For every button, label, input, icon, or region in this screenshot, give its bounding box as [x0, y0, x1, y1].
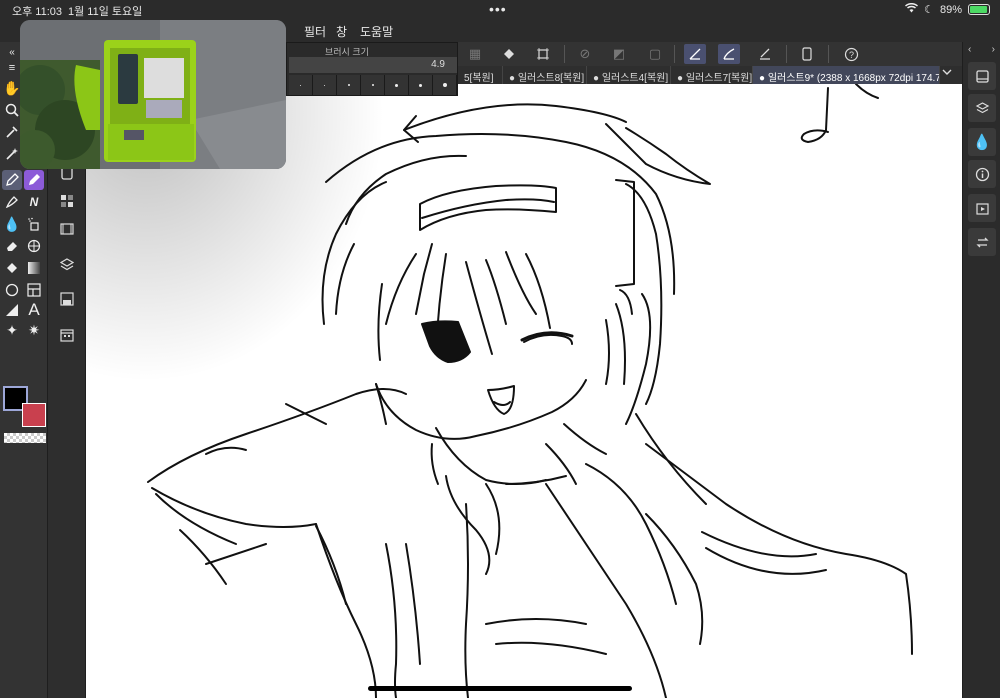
sub-color-swatch[interactable] [22, 403, 46, 427]
wifi-icon [905, 2, 919, 16]
status-bar: 오후 11:03 1월 11일 토요일 ••• ☾ 89% [0, 0, 1000, 20]
color-palette-icon[interactable]: 💧 [968, 128, 996, 156]
brush-preset[interactable] [313, 75, 337, 95]
brush-preset[interactable] [289, 75, 313, 95]
brush-preset[interactable] [409, 75, 433, 95]
status-date: 1월 11일 토요일 [68, 6, 143, 18]
collapse-right-icon[interactable]: ‹ [968, 44, 971, 55]
sync-icon[interactable] [968, 228, 996, 256]
help-icon[interactable]: ? [840, 44, 862, 64]
device-icon[interactable] [796, 44, 818, 64]
ruler-tool-icon[interactable] [2, 300, 22, 320]
brush-size-presets [289, 75, 457, 95]
brush-size-panel: 브러시 크기 4.9 [286, 42, 458, 96]
navigator-icon[interactable] [968, 62, 996, 90]
separator [786, 45, 787, 63]
menu-filter[interactable]: 필터 [304, 23, 326, 40]
operation-tool-icon[interactable]: ✦ [2, 320, 22, 340]
separator [828, 45, 829, 63]
layers-icon[interactable] [58, 256, 76, 274]
multitasking-dots-icon[interactable]: ••• [489, 1, 507, 17]
gradient-tool-icon[interactable] [24, 258, 44, 278]
deselect-icon[interactable]: ⊘ [574, 44, 596, 64]
eraser-tool-icon[interactable] [2, 236, 22, 256]
right-panel-bar: ‹ › 💧 [962, 42, 1000, 698]
picture-in-picture-video[interactable] [20, 20, 286, 169]
status-time: 오후 11:03 [12, 6, 63, 18]
menu-help[interactable]: 도움말 [360, 23, 393, 40]
tab-illust-7[interactable]: ● 일러스트7[복원] [671, 66, 753, 84]
ruler-snap-icon[interactable] [684, 44, 706, 64]
battery-fill [970, 6, 987, 13]
eyedropper-icon[interactable] [2, 122, 22, 142]
correct-line-tool-icon[interactable]: ✷ [24, 320, 44, 340]
pencil-tool-icon[interactable] [24, 170, 44, 190]
moon-icon: ☾ [924, 4, 934, 16]
menu-lines-icon[interactable]: ≡ [2, 58, 22, 78]
animation-icon[interactable] [968, 194, 996, 222]
color-set-icon[interactable] [58, 192, 76, 210]
command-bar: ▦ ⊘ ◩ ▢ ? [458, 42, 962, 66]
svg-text:?: ? [848, 50, 853, 60]
tab-document-5[interactable]: 5[복원] [458, 66, 503, 84]
video-frame [20, 20, 286, 169]
pen-tool-icon[interactable] [2, 170, 22, 190]
calendar-icon[interactable] [58, 326, 76, 344]
fill-selection-icon[interactable] [498, 44, 520, 64]
status-right: ☾ 89% [905, 2, 990, 16]
timeline-icon[interactable] [58, 220, 76, 238]
document-tabs: 5[복원] ● 일러스트8[복원] ● 일러스트4[복원] ● 일러스트7[복원… [458, 66, 962, 84]
tab-illust-8[interactable]: ● 일러스트8[복원] [503, 66, 587, 84]
tab-illust-9[interactable]: ● 일러스트9* (2388 x 1668px 72dpi 174.7%) [753, 66, 940, 84]
fill-tool-icon[interactable] [2, 258, 22, 278]
selection-launcher-icon[interactable]: ▦ [464, 44, 486, 64]
brush-preset[interactable] [361, 75, 385, 95]
frame-tool-icon[interactable] [24, 280, 44, 300]
battery-percent: 89% [939, 3, 962, 16]
spray-tool-icon[interactable] [24, 214, 44, 234]
brush-preset[interactable] [337, 75, 361, 95]
brush-tool-icon[interactable] [2, 192, 22, 212]
magic-wand-icon[interactable] [2, 144, 22, 164]
shape-tool-icon[interactable] [2, 280, 22, 300]
special-ruler-icon[interactable] [754, 44, 776, 64]
home-indicator[interactable] [368, 686, 632, 691]
transform-icon[interactable] [532, 44, 554, 64]
separator [674, 45, 675, 63]
transparent-color-swatch[interactable] [4, 433, 46, 443]
text-tool-icon[interactable]: A [24, 300, 44, 320]
brush-preset[interactable] [433, 75, 457, 95]
info-icon[interactable] [968, 160, 996, 188]
stabilization-icon[interactable] [718, 44, 740, 64]
save-icon[interactable] [58, 290, 76, 308]
brush-size-value: 4.9 [431, 59, 445, 70]
crop-icon[interactable]: ▢ [644, 44, 666, 64]
clear-icon[interactable]: ◩ [608, 44, 630, 64]
hand-icon[interactable]: ✋ [2, 78, 22, 98]
brush-preset[interactable] [385, 75, 409, 95]
battery-icon [968, 4, 990, 15]
expand-right-icon[interactable]: › [992, 44, 995, 55]
menu-window[interactable]: 창 [336, 23, 347, 40]
layer-properties-icon[interactable] [968, 94, 996, 122]
separator [564, 45, 565, 63]
decoration-tool-icon[interactable] [24, 236, 44, 256]
tab-illust-4[interactable]: ● 일러스트4[복원] [587, 66, 671, 84]
blend-tool-icon[interactable]: 💧 [2, 214, 22, 234]
airbrush-tool-icon[interactable]: N [24, 192, 44, 212]
zoom-icon[interactable] [2, 100, 22, 120]
chevron-down-icon[interactable] [942, 68, 952, 79]
